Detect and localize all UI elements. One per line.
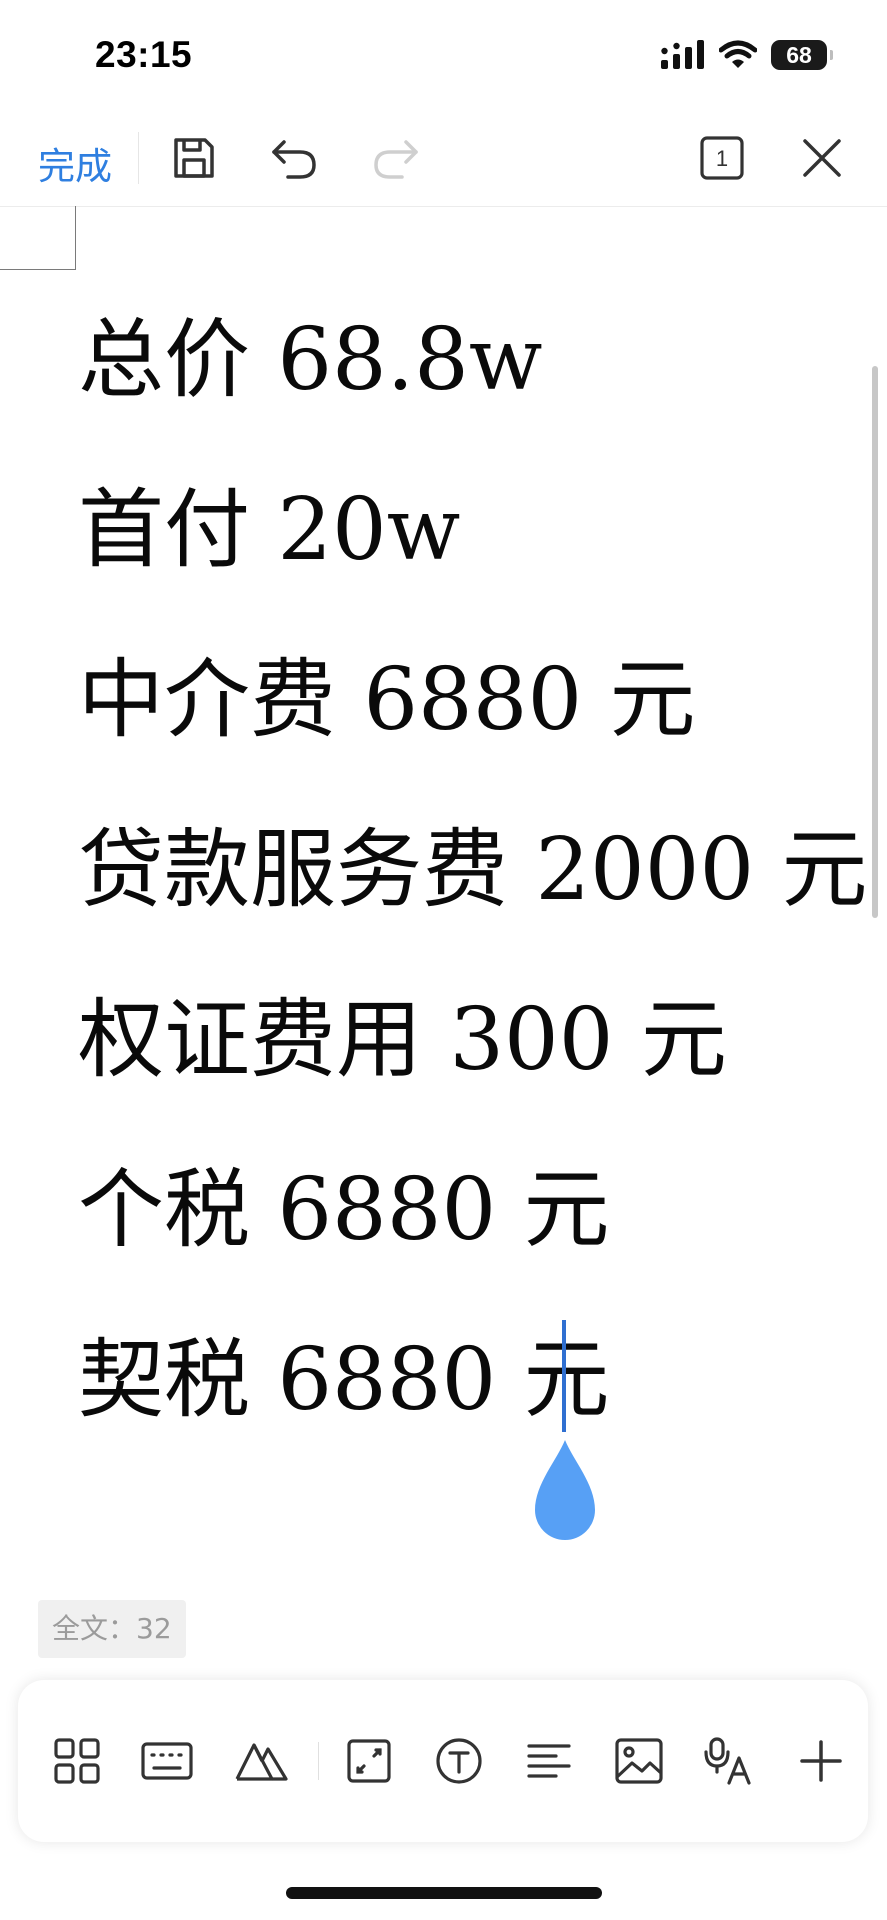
document-line[interactable]: 总价 68.8w	[78, 310, 542, 410]
cursor-handle-icon[interactable]	[533, 1438, 597, 1542]
page-corner-mark	[0, 206, 76, 270]
document-line[interactable]: 个税 6880 元	[78, 1160, 610, 1260]
status-icons: 68	[661, 40, 833, 70]
keyboard-icon[interactable]	[138, 1732, 196, 1790]
toolbar-divider	[138, 132, 139, 184]
text-cursor	[562, 1320, 566, 1432]
document-line[interactable]: 权证费用 300 元	[78, 990, 727, 1090]
battery-icon: 68	[771, 40, 833, 70]
close-icon[interactable]	[796, 132, 848, 184]
image-icon[interactable]	[610, 1732, 668, 1790]
scrollbar[interactable]	[872, 366, 878, 918]
redo-icon[interactable]	[370, 132, 422, 184]
expand-icon[interactable]	[340, 1732, 398, 1790]
voice-translate-icon[interactable]	[700, 1732, 758, 1790]
document-line[interactable]: 中介费 6880 元	[78, 650, 696, 750]
editor-toolbar: 完成 1	[0, 110, 887, 207]
text-box-icon[interactable]	[430, 1732, 488, 1790]
cellular-signal-icon	[661, 40, 704, 69]
undo-icon[interactable]	[268, 132, 320, 184]
home-indicator[interactable]	[286, 1887, 602, 1899]
add-icon[interactable]	[792, 1732, 850, 1790]
apps-grid-icon[interactable]	[48, 1732, 106, 1790]
svg-text:1: 1	[716, 146, 728, 171]
done-button[interactable]: 完成	[38, 136, 112, 190]
wifi-icon	[719, 40, 757, 68]
document-line[interactable]: 贷款服务费 2000 元	[78, 820, 868, 920]
document-line[interactable]: 首付 20w	[78, 480, 460, 580]
bottom-toolbar	[18, 1680, 868, 1842]
word-count-badge: 全文：32	[38, 1600, 186, 1658]
align-icon[interactable]	[520, 1732, 578, 1790]
document-line[interactable]: 契税 6880 元	[78, 1330, 610, 1430]
toolbar-divider	[318, 1742, 319, 1780]
save-icon[interactable]	[168, 132, 220, 184]
text-style-icon[interactable]	[233, 1732, 291, 1790]
status-time: 23:15	[95, 34, 193, 75]
page-number-icon[interactable]: 1	[696, 132, 748, 184]
